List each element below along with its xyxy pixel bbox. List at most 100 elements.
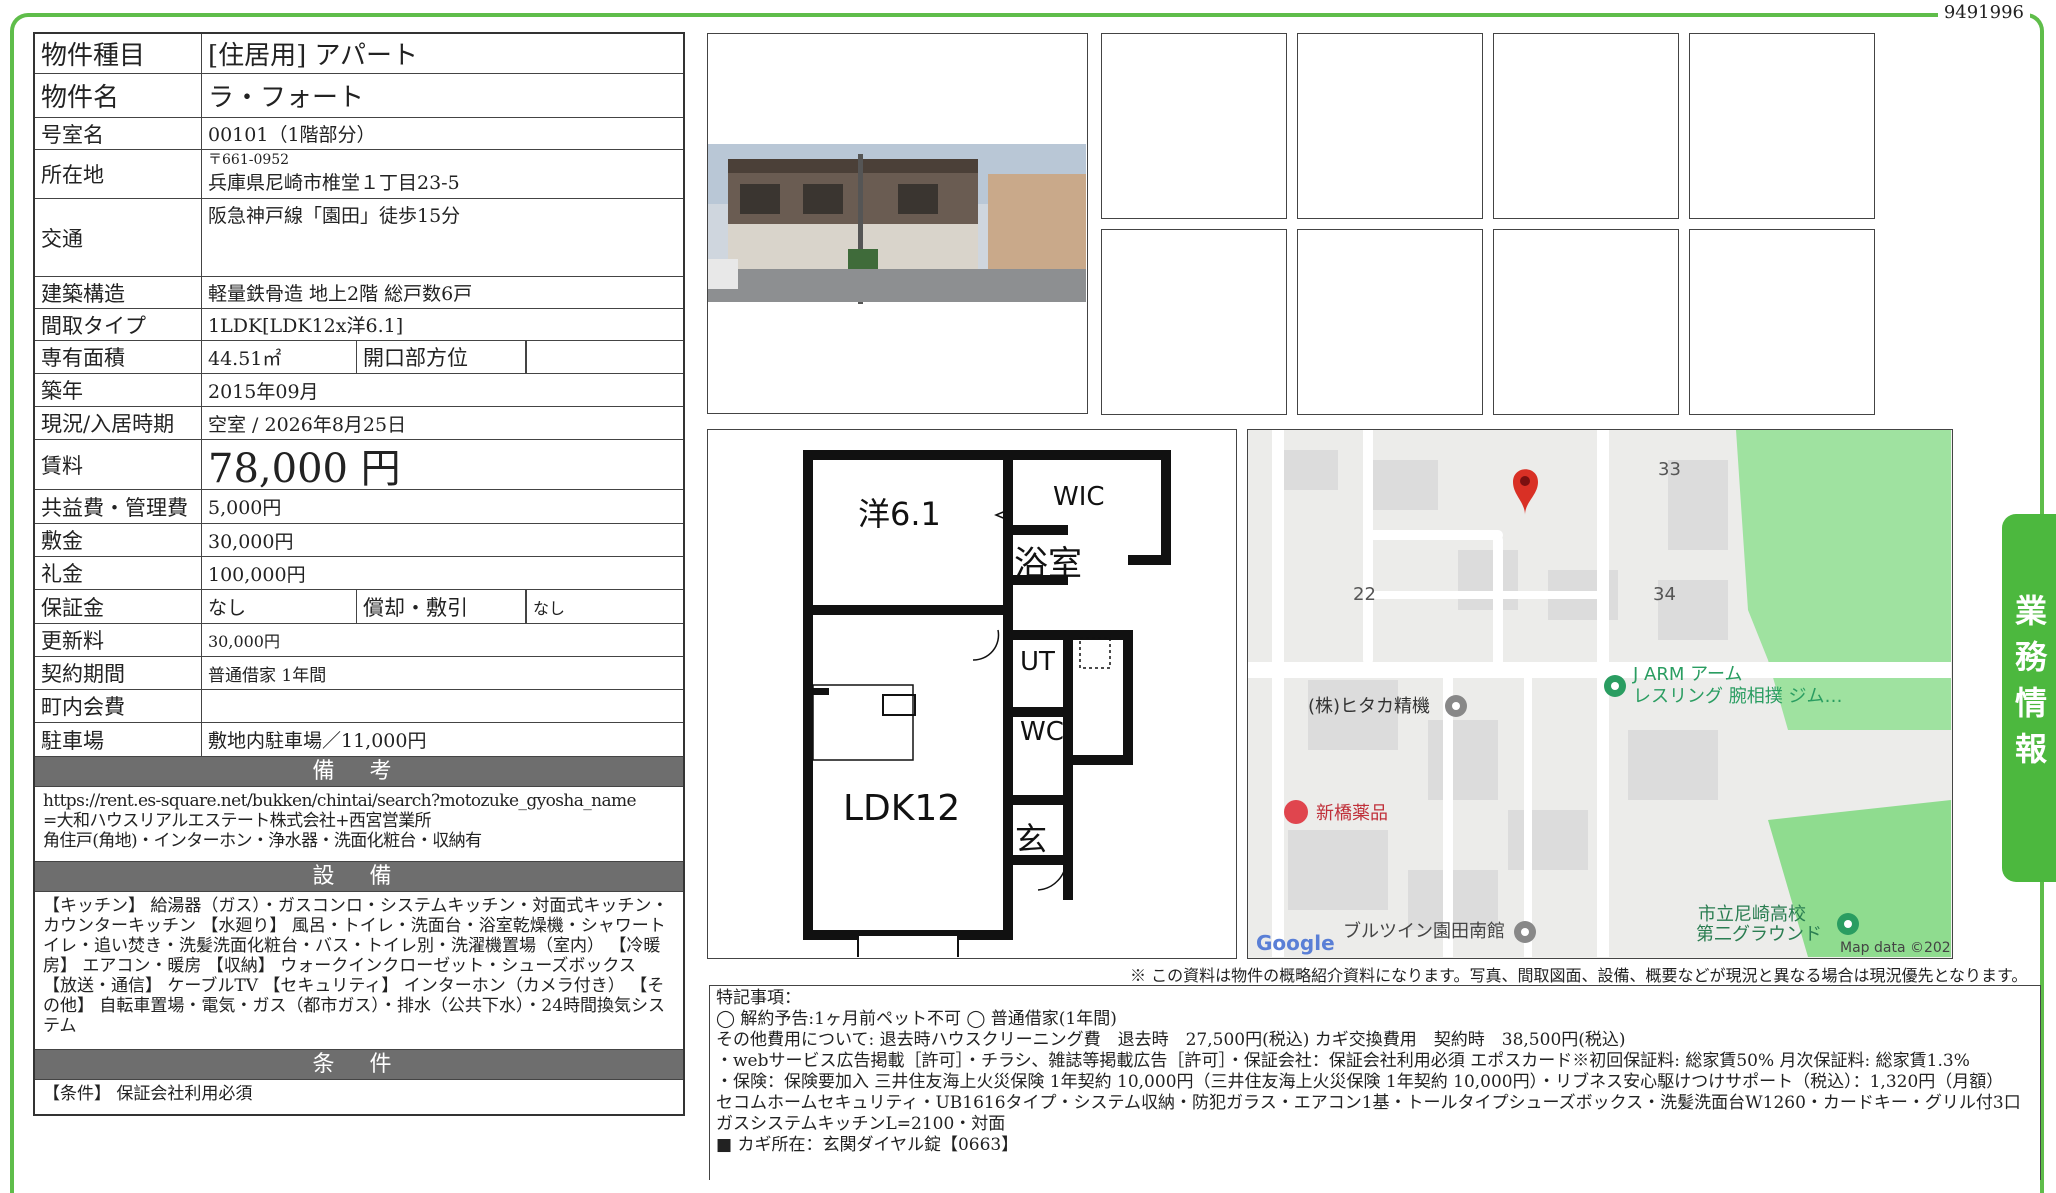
spec-sub-value: なし <box>526 590 683 623</box>
room-label: 浴室 <box>1014 544 1082 584</box>
spec-row-community-fee: 町内会費 <box>35 690 683 723</box>
spec-row-contract: 契約期間 普通借家 1年間 <box>35 657 683 690</box>
spec-label: 専有面積 <box>35 341 202 373</box>
spec-label: 賃料 <box>35 440 202 489</box>
map-label: 22 <box>1353 584 1376 605</box>
special-notes-line: その他費用について: 退去時ハウスクリーニング費 退去時 27,500円(税込)… <box>716 1030 1626 1050</box>
photo-thumbnail[interactable] <box>1101 229 1287 415</box>
special-notes-line: ■ カギ所在：玄関ダイヤル錠【0663】 <box>716 1135 1019 1155</box>
floor-plan-drawing: 洋6.1 WIC 浴室 UT WC LDK12 玄 <box>803 450 1171 961</box>
spec-label: 所在地 <box>35 150 202 198</box>
spec-value: 00101（1階部分） <box>208 124 376 146</box>
spec-row-room: 号室名 00101（1階部分） <box>35 118 683 150</box>
room-label: WIC <box>1053 482 1105 512</box>
spec-row-key-money: 礼金 100,000円 <box>35 557 683 590</box>
spec-label: 駐車場 <box>35 723 202 756</box>
spec-row-fee: 共益費・管理費 5,000円 <box>35 490 683 524</box>
spec-row-name: 物件名 ラ・フォート <box>35 74 683 118</box>
map-label: レスリング 腕相撲 ジム… <box>1633 686 1842 707</box>
photo-thumbnail[interactable] <box>1689 229 1875 415</box>
property-spec-table: 物件種目 [住居用] アパート 物件名 ラ・フォート 号室名 00101（1階部… <box>33 32 685 1116</box>
spec-row-type: 物件種目 [住居用] アパート <box>35 34 683 74</box>
spec-label: 敷金 <box>35 524 202 556</box>
spec-label: 築年 <box>35 374 202 406</box>
spec-label: 保証金 <box>35 590 202 623</box>
spec-row-access: 交通 阪急神戸線「園田」徒歩15分 <box>35 199 683 277</box>
spec-row-rent: 賃料 78,000 円 <box>35 440 683 492</box>
map-label: 新橋薬品 <box>1316 803 1388 824</box>
special-notes-box: 特記事項： ◯ 解約予告:1ヶ月前ペット不可 ◯ 普通借家(1年間) その他費用… <box>709 985 2041 1180</box>
postal-code: 〒661-0952 <box>208 152 290 168</box>
map-canvas: 33 22 34 (株)ヒタカ精機 J ARM アーム レスリング 腕相撲 ジム… <box>1248 430 1952 958</box>
room-label: WC <box>1020 717 1064 747</box>
document-id: 9491996 <box>1937 2 2030 23</box>
remarks-line: https://rent.es-square.net/bukken/chinta… <box>43 791 637 811</box>
spec-label: 物件種目 <box>35 34 202 73</box>
map-label: 第二グラウンド <box>1696 924 1822 945</box>
spec-label: 物件名 <box>35 74 202 117</box>
spec-row-structure: 建築構造 軽量鉄骨造 地上2階 総戸数6戸 <box>35 277 683 309</box>
google-logo: Google <box>1256 931 1335 955</box>
remarks-header: 備 考 <box>35 757 683 787</box>
photo-thumbnail[interactable] <box>1689 33 1875 219</box>
floor-plan: 洋6.1 WIC 浴室 UT WC LDK12 玄 <box>707 429 1237 961</box>
spec-row-area: 専有面積 44.51㎡ 開口部方位 <box>35 341 683 374</box>
spec-value <box>202 690 683 722</box>
spec-label: 町内会費 <box>35 690 202 722</box>
spec-value: 空室 / 2026年8月25日 <box>208 413 407 436</box>
photo-thumbnail[interactable] <box>1493 229 1679 415</box>
map-label: ブルツイン園田南館 <box>1343 920 1505 942</box>
spec-value: [住居用] アパート <box>208 41 419 71</box>
spec-value: ラ・フォート <box>208 83 365 113</box>
spec-label: 号室名 <box>35 118 202 149</box>
remarks-line: =大和ハウスリアルエステート株式会社+西宮営業所 <box>43 811 432 831</box>
conditions-header: 条 件 <box>35 1050 683 1080</box>
spec-label: 間取タイプ <box>35 309 202 340</box>
building-photo <box>707 33 1088 414</box>
spec-sub-label: 開口部方位 <box>356 341 526 373</box>
spec-row-address: 所在地 〒661-0952 兵庫県尼崎市椎堂１丁目23-5 <box>35 150 683 199</box>
special-notes-line: セコムホームセキュリティ・UB1616タイプ・システム収納・防犯ガラス・エアコン… <box>716 1093 2021 1134</box>
special-notes-line: ◯ 解約予告:1ヶ月前ペット不可 ◯ 普通借家(1年間) <box>716 1009 1117 1029</box>
map-label: 33 <box>1658 459 1681 480</box>
spec-value: 30,000円 <box>208 632 280 651</box>
facilities-header: 設 備 <box>35 862 683 892</box>
spec-row-parking: 駐車場 敷地内駐車場／11,000円 <box>35 723 683 757</box>
photo-thumbnail[interactable] <box>1493 33 1679 219</box>
conditions-text: 【条件】 保証会社利用必須 <box>43 1084 253 1104</box>
facilities-text: 【キッチン】 給湯器（ガス）・ガスコンロ・システムキッチン・対面式キッチン・カウ… <box>35 892 683 1050</box>
map-attribution: Map data ©2026 <box>1840 940 1951 956</box>
spec-label: 契約期間 <box>35 657 202 689</box>
special-notes-line: ・webサービス広告掲載［許可］・チラシ、雑誌等掲載広告［許可］・保証会社：保証… <box>716 1051 1970 1071</box>
photo-thumbnail[interactable] <box>1297 33 1483 219</box>
building-photo-image <box>708 144 1086 304</box>
map-label: 34 <box>1653 584 1676 605</box>
spec-label: 共益費・管理費 <box>35 490 202 523</box>
map-label: 市立尼崎高校 <box>1698 904 1806 925</box>
location-map[interactable]: 33 22 34 (株)ヒタカ精機 J ARM アーム レスリング 腕相撲 ジム… <box>1247 429 1953 959</box>
spec-row-renewal: 更新料 30,000円 <box>35 624 683 657</box>
spec-value: 30,000円 <box>208 530 294 553</box>
spec-value: 100,000円 <box>208 563 306 586</box>
spec-value: 軽量鉄骨造 地上2階 総戸数6戸 <box>208 283 473 305</box>
remarks-line: 角住戸(角地)・インターホン・浄水器・洗面化粧台・収納有 <box>43 831 482 851</box>
spec-label: 建築構造 <box>35 277 202 308</box>
spec-sub-value <box>526 341 683 373</box>
photo-thumbnail[interactable] <box>1297 229 1483 415</box>
spec-value: 普通借家 1年間 <box>208 665 327 686</box>
spec-row-built: 築年 2015年09月 <box>35 374 683 407</box>
room-label: 玄 <box>1015 820 1047 858</box>
spec-value: 〒661-0952 兵庫県尼崎市椎堂１丁目23-5 <box>202 150 683 198</box>
spec-row-layout: 間取タイプ 1LDK[LDK12x洋6.1] <box>35 309 683 341</box>
spec-value: 5,000円 <box>208 497 282 519</box>
spec-value: 2015年09月 <box>208 380 319 403</box>
spec-value: 44.51㎡ <box>208 347 282 370</box>
disclaimer-note: ※ この資料は物件の概略紹介資料になります。写真、間取図面、設備、概要などが現況… <box>1130 966 2028 985</box>
rent-value: 78,000 円 <box>208 445 401 492</box>
spec-label: 交通 <box>35 199 202 276</box>
photo-thumbnail[interactable] <box>1101 33 1287 219</box>
spec-label: 礼金 <box>35 557 202 589</box>
business-info-tab[interactable]: 業務情報 <box>2002 514 2056 882</box>
room-label: LDK12 <box>843 788 960 829</box>
spec-value: 1LDK[LDK12x洋6.1] <box>208 315 404 337</box>
